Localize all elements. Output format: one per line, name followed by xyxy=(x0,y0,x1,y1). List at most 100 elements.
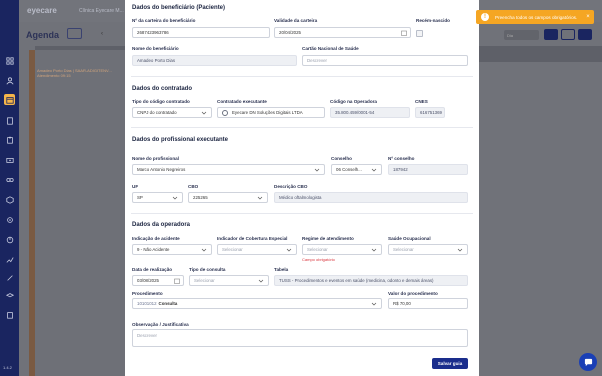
cbo-select[interactable]: 225265 xyxy=(188,192,268,203)
page-title: Agenda xyxy=(26,30,60,40)
desc-cbo-label: Descrição CBO xyxy=(274,184,308,189)
divider xyxy=(131,127,473,128)
clipboard-icon[interactable] xyxy=(4,134,15,145)
chart-icon[interactable] xyxy=(4,254,15,265)
tipo-consulta-select[interactable]: Selecionar xyxy=(189,275,269,286)
cobertura-select[interactable]: Selecionar xyxy=(217,244,297,255)
num-conselho-label: Nº conselho xyxy=(388,156,415,161)
indicacao-label: Indicação de acidente xyxy=(132,236,180,241)
building-icon[interactable] xyxy=(4,309,15,320)
grid-view-button[interactable] xyxy=(561,29,575,40)
executante-field[interactable]: Eyecare DN Soluções Digitais LTDA xyxy=(217,107,325,118)
regime-error: Campo obrigatório xyxy=(302,257,335,262)
procedimento-label: Procedimento xyxy=(132,291,163,296)
list-view-button[interactable] xyxy=(544,29,558,40)
nome-beneficiario-label: Nome do beneficiário xyxy=(132,46,179,51)
document-icon[interactable] xyxy=(4,115,15,126)
money-icon[interactable] xyxy=(4,154,15,165)
observacao-textarea[interactable]: Descrever xyxy=(132,329,468,347)
cnes-label: CNES xyxy=(415,99,428,104)
nome-profissional-select[interactable]: Marco Antonio Negreiros xyxy=(132,164,325,175)
codigo-operadora-label: Código na Operadora xyxy=(330,99,377,104)
view-select[interactable]: Dia xyxy=(504,30,539,40)
chevron-down-icon xyxy=(371,248,377,252)
chevron-down-icon xyxy=(201,111,207,115)
warning-icon: ! xyxy=(481,13,489,21)
regime-label: Regime de atendimento xyxy=(302,236,354,241)
chart-icon[interactable] xyxy=(4,234,15,245)
chat-button[interactable] xyxy=(579,353,597,371)
uf-label: UF xyxy=(132,184,139,189)
calendar-grid xyxy=(35,50,130,376)
validade-date-input[interactable]: 20/04/2025 xyxy=(274,27,411,38)
cnes-input: 616751369 xyxy=(415,107,445,118)
graduation-icon[interactable] xyxy=(4,290,15,301)
users-icon[interactable] xyxy=(4,75,15,86)
tipo-codigo-select[interactable]: CNPJ do contratado xyxy=(132,107,212,118)
tabela-input: TUSS - Procedimentos e eventos em saúde … xyxy=(274,275,468,286)
box-icon[interactable] xyxy=(4,194,15,205)
calendar-view-button[interactable] xyxy=(67,28,82,39)
nome-profissional-label: Nome do profissional xyxy=(132,156,179,161)
recem-nascido-label: Recém-nascido xyxy=(416,18,450,23)
validade-label: Validade da carteira xyxy=(274,18,318,23)
indicacao-select[interactable]: 9 - Não Acidente xyxy=(132,244,212,255)
chevron-down-icon xyxy=(172,196,178,200)
chevron-down-icon xyxy=(257,196,263,200)
recem-nascido-checkbox[interactable] xyxy=(416,30,423,37)
chevron-down-icon xyxy=(371,302,377,306)
section-title-contratado: Dados do contratado xyxy=(132,86,193,92)
procedimento-select[interactable]: 10101012 Consulta xyxy=(132,298,382,309)
chevron-down-icon xyxy=(258,279,264,283)
left-nav: 1.4.2 xyxy=(0,0,19,376)
chevron-left-icon[interactable]: ‹ xyxy=(101,31,103,37)
num-conselho-input: 187942 xyxy=(388,164,468,175)
chevron-down-icon xyxy=(457,248,463,252)
executante-label: Contratado executante xyxy=(217,99,267,104)
pen-icon[interactable] xyxy=(4,272,15,283)
cns-label: Cartão Nacional de Saúde xyxy=(302,46,359,51)
chat-icon xyxy=(584,358,592,366)
chevron-down-icon xyxy=(286,248,292,252)
saude-ocupacional-select[interactable]: Selecionar xyxy=(388,244,468,255)
calendar-icon[interactable] xyxy=(4,94,15,105)
unit-tab[interactable]: Clínica Eyecare M... xyxy=(79,8,124,14)
codigo-operadora-input: 35.800.459/0001-54 xyxy=(330,107,410,118)
chevron-down-icon xyxy=(201,248,207,252)
toast-message: Preencha todos os campos obrigatórios. xyxy=(495,14,578,20)
brand-logo: eyecare xyxy=(27,6,57,15)
view-buttons xyxy=(541,29,592,42)
regime-select[interactable]: Selecionar xyxy=(302,244,382,255)
new-appointment-button[interactable] xyxy=(578,29,592,40)
chevron-down-icon xyxy=(314,168,320,172)
guide-form-modal: Dados do beneficiário (Paciente) Nº da c… xyxy=(125,0,479,376)
nome-beneficiario-input: Amadeo Porto Dias xyxy=(132,55,297,66)
close-icon[interactable]: × xyxy=(582,14,594,20)
data-realizacao-label: Data de realização xyxy=(132,267,173,272)
save-guide-button[interactable]: Salvar guia xyxy=(432,358,468,369)
data-realizacao-input[interactable]: 03/08/2025 xyxy=(132,275,184,286)
conselho-select[interactable]: 06 Conselh... xyxy=(331,164,382,175)
chevron-down-icon xyxy=(371,168,377,172)
cbo-label: CBO xyxy=(188,184,199,189)
calendar-event[interactable]: Amadeo Porto Dias | SAAR-ADIGITENV... At… xyxy=(37,68,127,78)
carteira-input[interactable]: 2687423963786 xyxy=(132,27,270,38)
radio-button[interactable] xyxy=(222,110,228,116)
calendar-icon xyxy=(174,278,180,284)
calendar-icon xyxy=(401,30,407,36)
glasses-icon[interactable] xyxy=(4,174,15,185)
section-title-beneficiario: Dados do beneficiário (Paciente) xyxy=(132,5,226,11)
conselho-label: Conselho xyxy=(331,156,352,161)
tabela-label: Tabela xyxy=(274,267,289,272)
divider xyxy=(131,213,473,214)
valor-input[interactable]: R$ 70,00 xyxy=(388,298,468,309)
tipo-consulta-label: Tipo de consulta xyxy=(189,267,226,272)
carteira-label: Nº da carteira do beneficiário xyxy=(132,18,196,23)
section-title-operadora: Dados da operadora xyxy=(132,222,191,228)
warning-toast: ! Preencha todos os campos obrigatórios.… xyxy=(476,10,594,24)
cns-input[interactable]: Descrever xyxy=(302,55,468,66)
settings-icon[interactable] xyxy=(4,214,15,225)
uf-select[interactable]: SP xyxy=(132,192,183,203)
divider xyxy=(131,76,473,77)
home-icon[interactable] xyxy=(4,55,15,66)
